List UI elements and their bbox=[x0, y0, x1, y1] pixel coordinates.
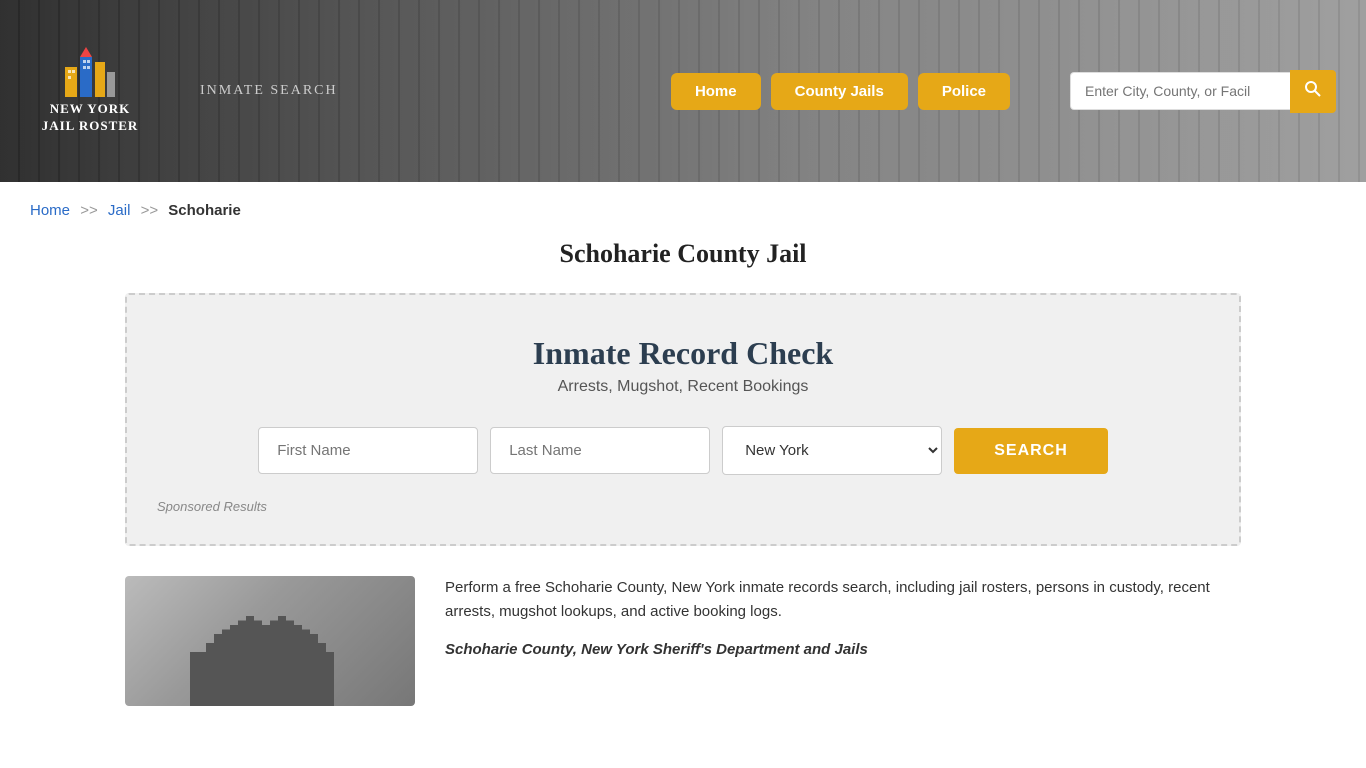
main-nav: Home County Jails Police bbox=[671, 73, 1010, 110]
breadcrumb-jail[interactable]: Jail bbox=[108, 202, 131, 219]
record-check-form: AlabamaAlaskaArizonaArkansasCaliforniaCo… bbox=[157, 426, 1209, 475]
inmate-search-label: INMATE SEARCH bbox=[200, 83, 338, 99]
breadcrumb-current: Schoharie bbox=[168, 202, 241, 219]
logo[interactable]: NEW YORK JAIL ROSTER bbox=[30, 47, 150, 135]
page-title: Schoharie County Jail bbox=[0, 239, 1366, 269]
first-name-input[interactable] bbox=[258, 427, 478, 474]
search-button[interactable]: SEARCH bbox=[954, 428, 1108, 474]
last-name-input[interactable] bbox=[490, 427, 710, 474]
state-select[interactable]: AlabamaAlaskaArizonaArkansasCaliforniaCo… bbox=[722, 426, 942, 475]
courthouse-image bbox=[125, 576, 415, 706]
record-check-title: Inmate Record Check bbox=[157, 335, 1209, 372]
header-search-button[interactable] bbox=[1290, 70, 1336, 113]
content-description: Perform a free Schoharie County, New Yor… bbox=[445, 576, 1241, 624]
breadcrumb-sep2: >> bbox=[141, 202, 159, 219]
record-check-box: Inmate Record Check Arrests, Mugshot, Re… bbox=[125, 293, 1241, 546]
record-check-subtitle: Arrests, Mugshot, Recent Bookings bbox=[157, 378, 1209, 396]
breadcrumb-sep1: >> bbox=[80, 202, 98, 219]
content-area: Perform a free Schoharie County, New Yor… bbox=[0, 576, 1366, 706]
content-text: Perform a free Schoharie County, New Yor… bbox=[445, 576, 1241, 706]
logo-text: NEW YORK JAIL ROSTER bbox=[42, 101, 139, 135]
nav-home[interactable]: Home bbox=[671, 73, 761, 110]
logo-icon bbox=[60, 47, 120, 97]
header-search-input[interactable] bbox=[1070, 72, 1290, 110]
nav-police[interactable]: Police bbox=[918, 73, 1010, 110]
breadcrumb: Home >> Jail >> Schoharie bbox=[0, 182, 1366, 239]
sponsored-label: Sponsored Results bbox=[157, 499, 1209, 514]
site-header: NEW YORK JAIL ROSTER INMATE SEARCH Home … bbox=[0, 0, 1366, 182]
breadcrumb-home[interactable]: Home bbox=[30, 202, 70, 219]
search-icon bbox=[1305, 81, 1321, 97]
header-search-container bbox=[1070, 70, 1336, 113]
nav-county-jails[interactable]: County Jails bbox=[771, 73, 908, 110]
content-italic-heading: Schoharie County, New York Sheriff's Dep… bbox=[445, 638, 1241, 662]
